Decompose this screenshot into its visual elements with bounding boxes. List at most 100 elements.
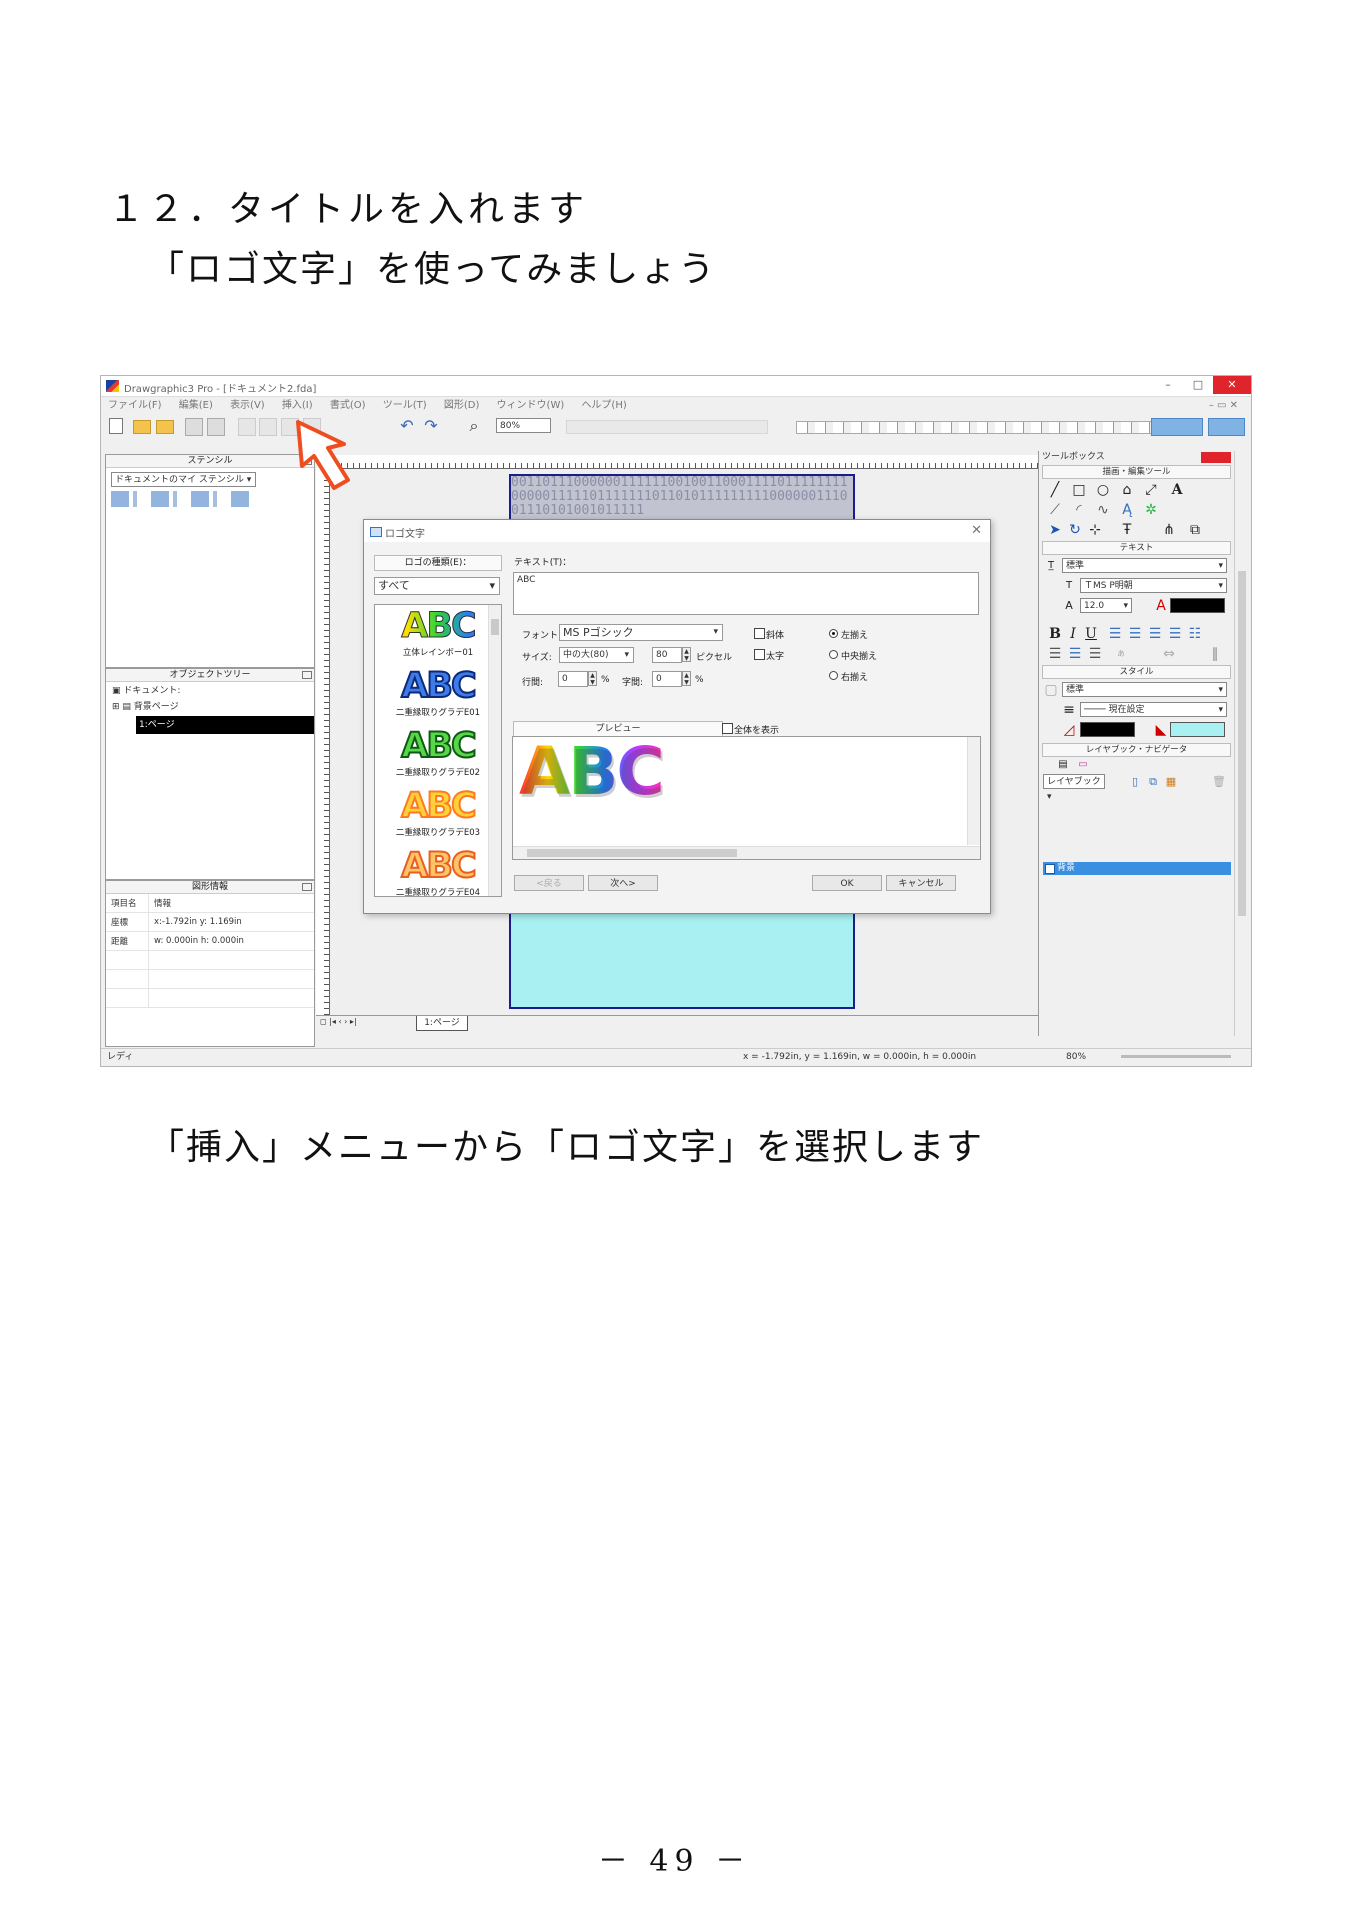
line-align-bottom-icon[interactable]: ☰ <box>1088 647 1102 661</box>
show-all-checkbox[interactable] <box>722 723 733 734</box>
italic-checkbox[interactable] <box>754 628 765 639</box>
toolbox-font-select[interactable]: ＴMS P明朝 ▾ <box>1080 578 1227 593</box>
arrange-tools-icon[interactable] <box>566 420 768 434</box>
toolbox-scrollbar[interactable] <box>1234 451 1249 1036</box>
menu-tools[interactable]: ツール(T) <box>376 397 434 415</box>
copy-layer-icon[interactable]: ⧉ <box>1146 775 1160 789</box>
menu-edit[interactable]: 編集(E) <box>172 397 220 415</box>
select-tool-icon[interactable] <box>1208 418 1245 436</box>
connector-tool-icon[interactable]: ⤢ <box>1144 483 1158 497</box>
ruby-icon[interactable]: ぁ <box>1114 647 1128 661</box>
minimize-icon[interactable]: – <box>1153 376 1183 394</box>
bold-checkbox[interactable] <box>754 649 765 660</box>
list-item[interactable]: ABC 二重縁取りグラデE04 <box>375 845 501 896</box>
star-tool-icon[interactable]: ✲ <box>1144 503 1158 517</box>
fill-color-swatch[interactable] <box>1170 722 1225 737</box>
size-select[interactable]: 中の大(80) ▾ <box>559 647 634 663</box>
new-document-icon[interactable] <box>109 418 123 434</box>
cancel-button[interactable]: キャンセル <box>886 875 956 891</box>
back-button[interactable]: <戻る <box>514 875 584 891</box>
undo-icon[interactable]: ↶ <box>399 418 415 434</box>
layer-item-background[interactable]: 背景 <box>1043 862 1231 875</box>
align-left-radio[interactable] <box>829 629 838 638</box>
pin-icon[interactable] <box>302 671 312 679</box>
size-spinner[interactable]: ▲ ▼ <box>682 647 691 662</box>
maximize-icon[interactable]: □ <box>1183 376 1213 394</box>
line-spacing-spinner[interactable]: ▲ ▼ <box>588 671 597 686</box>
polygon-tool-icon[interactable]: ⌂ <box>1120 483 1134 497</box>
vertical-align-icon[interactable]: ☷ <box>1188 627 1202 641</box>
bold-icon[interactable]: B <box>1048 627 1062 641</box>
justify-icon[interactable]: ☰ <box>1168 627 1182 641</box>
close-icon[interactable]: ✕ <box>1213 376 1251 394</box>
layerbook-select[interactable]: レイヤブック ▾ <box>1043 774 1105 802</box>
line-style-select[interactable]: ──── 現在設定 ▾ <box>1080 702 1227 717</box>
menu-window[interactable]: ウィンドウ(W) <box>490 397 572 415</box>
copy-icon[interactable] <box>259 418 277 436</box>
cut-icon[interactable] <box>238 418 256 436</box>
line-tool-icon[interactable]: ╱ <box>1048 483 1062 497</box>
align-right-radio[interactable] <box>829 671 838 680</box>
line-color-icon[interactable]: ◿ <box>1062 723 1076 737</box>
italic-icon[interactable]: I <box>1066 627 1080 641</box>
text-color-swatch[interactable] <box>1170 598 1225 613</box>
vector-text-icon[interactable]: Ą <box>1120 503 1134 517</box>
dialog-close-icon[interactable]: ✕ <box>971 523 982 538</box>
rectangle-tool-icon[interactable]: □ <box>1072 483 1086 497</box>
transform-tool-icon[interactable]: ⊹ <box>1088 523 1102 537</box>
align-left-icon[interactable]: ☰ <box>1108 627 1122 641</box>
mdi-controls-icon[interactable]: – ▭ ✕ <box>1202 397 1245 415</box>
text-style-select[interactable]: 標準 ▾ <box>1062 558 1227 573</box>
pin-icon[interactable] <box>302 883 312 891</box>
print-preview-icon[interactable] <box>207 418 225 436</box>
rotate-tool-icon[interactable]: ↻ <box>1068 523 1082 537</box>
align-right-icon[interactable]: ☰ <box>1148 627 1162 641</box>
menu-shapes[interactable]: 図形(D) <box>437 397 487 415</box>
menu-insert[interactable]: 挿入(I) <box>275 397 320 415</box>
pointer-tool-icon[interactable]: ➤ <box>1048 523 1062 537</box>
preview-hscroll[interactable] <box>513 846 980 859</box>
print-icon[interactable] <box>185 418 203 436</box>
menu-view[interactable]: 表示(V) <box>223 397 272 415</box>
preview-vscroll[interactable] <box>967 737 980 845</box>
stencil-select[interactable]: ドキュメントのマイ ステンシル ▾ <box>111 472 256 487</box>
char-spacing-input[interactable]: 0 <box>652 671 682 687</box>
vertical-text-icon[interactable]: ∥ <box>1208 647 1222 661</box>
tree-item-background[interactable]: ⊞ ▤ 背景ページ <box>106 698 314 716</box>
ok-button[interactable]: OK <box>812 875 882 891</box>
line-spacing-input[interactable]: 0 <box>558 671 588 687</box>
menu-format[interactable]: 書式(O) <box>323 397 373 415</box>
list-item[interactable]: ABC 立体レインボー01 <box>375 605 501 665</box>
list-item[interactable]: ABC 二重縁取りグラデE03 <box>375 785 501 845</box>
text-color-icon[interactable]: A <box>1154 599 1168 613</box>
line-align-center-icon[interactable]: ☰ <box>1068 647 1082 661</box>
tab-page-1[interactable]: 1:ページ <box>416 1016 468 1031</box>
fill-color-icon[interactable]: ◣ <box>1154 723 1168 737</box>
text-frame-icon[interactable]: Ŧ <box>1120 523 1134 537</box>
new-layer-icon[interactable]: ▯ <box>1128 775 1142 789</box>
line-color-swatch[interactable] <box>1080 722 1135 737</box>
tree-item-page1[interactable]: 1:ページ <box>136 716 314 734</box>
connector-stencil-icons[interactable] <box>111 491 251 507</box>
text-tool-icon[interactable]: A <box>1170 483 1184 497</box>
curve-tool-icon[interactable]: ⟋ <box>1048 503 1062 517</box>
char-spacing-spinner[interactable]: ▲ ▼ <box>682 671 691 686</box>
style-select[interactable]: 標準 ▾ <box>1062 682 1227 697</box>
logo-type-select[interactable]: すべて ▾ <box>374 577 500 595</box>
menu-help[interactable]: ヘルプ(H) <box>574 397 633 415</box>
next-button[interactable]: 次へ> <box>588 875 658 891</box>
zoom-select[interactable]: 80% <box>496 418 551 433</box>
underline-icon[interactable]: U <box>1084 627 1098 641</box>
node-edit-icon[interactable]: ⋔ <box>1162 523 1176 537</box>
spacing-icon[interactable]: ⇔ <box>1162 647 1176 661</box>
font-select[interactable]: MS Pゴシック ▾ <box>559 624 723 641</box>
list-item[interactable]: ABC 二重縁取りグラデE02 <box>375 725 501 785</box>
group-icon[interactable]: ⧉ <box>1188 523 1202 537</box>
ellipse-tool-icon[interactable]: ○ <box>1096 483 1110 497</box>
page-nav-icon[interactable]: ◻ |◂ ‹ › ▸| <box>320 1017 357 1026</box>
menu-file[interactable]: ファイル(F) <box>101 397 169 415</box>
layer-icon[interactable]: ▤ <box>1056 758 1070 772</box>
grid-snap-icon[interactable] <box>1151 418 1203 436</box>
list-item[interactable]: ABC 二重縁取りグラデE01 <box>375 665 501 725</box>
logo-style-list[interactable]: ABC 立体レインボー01 ABC 二重縁取りグラデE01 ABC 二重縁取りグ… <box>374 604 502 897</box>
